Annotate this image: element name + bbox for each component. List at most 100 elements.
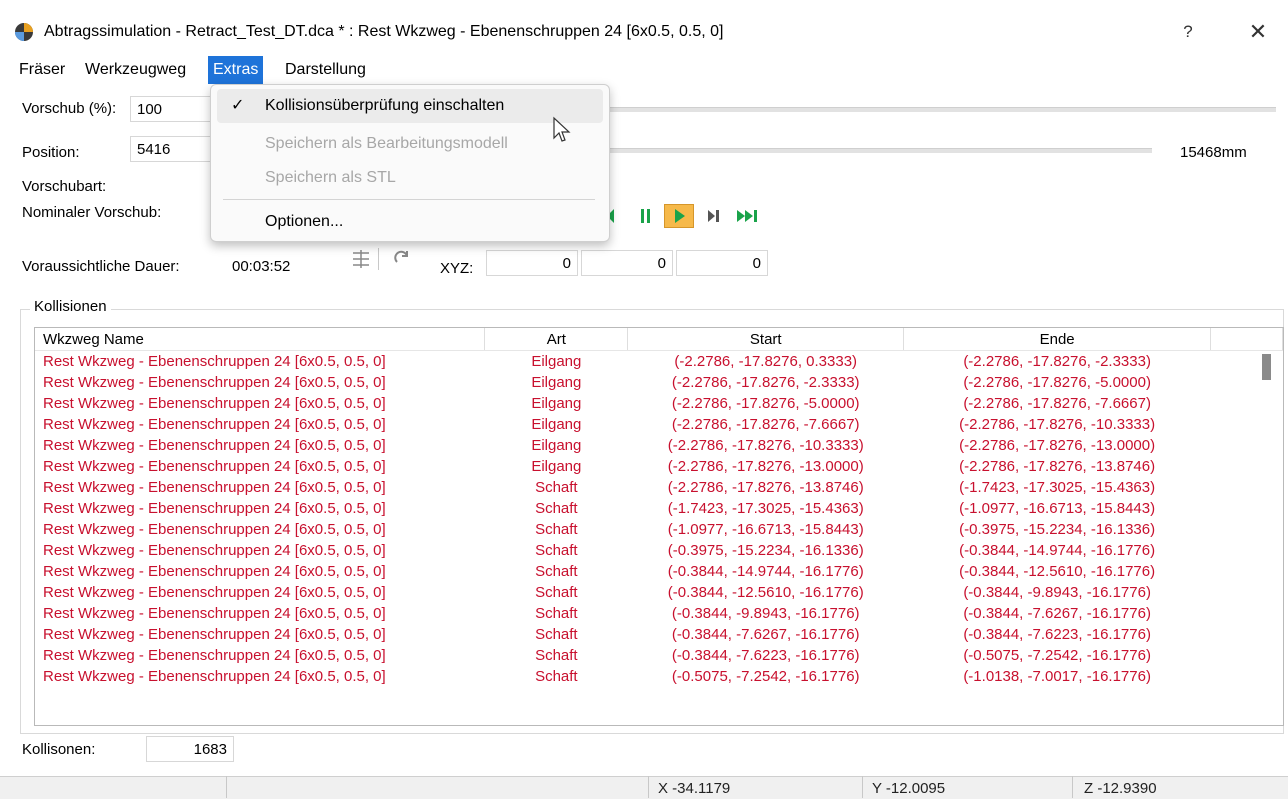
cell-filler <box>1211 456 1283 477</box>
table-row[interactable]: Rest Wkzweg - Ebenenschruppen 24 [6x0.5,… <box>35 414 1283 435</box>
cell-ende: (-1.0138, -7.0017, -16.1776) <box>963 668 1151 685</box>
dauer-label: Voraussichtliche Dauer: <box>22 258 180 275</box>
xyz-y-input[interactable]: 0 <box>581 250 673 276</box>
cell-filler <box>1211 519 1283 540</box>
table-row[interactable]: Rest Wkzweg - Ebenenschruppen 24 [6x0.5,… <box>35 435 1283 456</box>
cell-name: Rest Wkzweg - Ebenenschruppen 24 [6x0.5,… <box>43 647 386 664</box>
cell-art: Schaft <box>535 479 578 496</box>
cell-start: (-0.5075, -7.2542, -16.1776) <box>671 668 860 685</box>
xyz-z-input[interactable]: 0 <box>676 250 768 276</box>
table-scrollbar-thumb[interactable] <box>1262 354 1271 380</box>
table-row[interactable]: Rest Wkzweg - Ebenenschruppen 24 [6x0.5,… <box>35 519 1283 540</box>
status-divider <box>1072 776 1073 798</box>
table-row[interactable]: Rest Wkzweg - Ebenenschruppen 24 [6x0.5,… <box>35 372 1283 393</box>
vorschub-input[interactable]: 100 <box>130 96 220 122</box>
cell-filler <box>1211 582 1283 603</box>
cell-filler <box>1211 414 1283 435</box>
cell-start: (-2.2786, -17.8276, -13.8746) <box>667 479 864 496</box>
cell-ende: (-2.2786, -17.8276, -10.3333) <box>959 416 1156 433</box>
vorschub-slider[interactable] <box>610 107 1276 112</box>
table-row[interactable]: Rest Wkzweg - Ebenenschruppen 24 [6x0.5,… <box>35 456 1283 477</box>
cell-art: Schaft <box>535 647 578 664</box>
menu-item-label: Optionen... <box>265 213 344 230</box>
table-row[interactable]: Rest Wkzweg - Ebenenschruppen 24 [6x0.5,… <box>35 351 1283 373</box>
menu-bar <box>0 56 1288 84</box>
status-y-coordinate: Y -12.0095 <box>872 780 946 797</box>
menu-extras[interactable]: Extras <box>208 56 264 84</box>
cell-start: (-0.3844, -12.5610, -16.1776) <box>667 584 864 601</box>
cell-ende: (-1.7423, -17.3025, -15.4363) <box>959 479 1156 496</box>
mouse-cursor-icon <box>552 116 572 144</box>
cell-art: Schaft <box>535 542 578 559</box>
menu-item-optionen[interactable]: Optionen... <box>217 205 603 239</box>
table-row[interactable]: Rest Wkzweg - Ebenenschruppen 24 [6x0.5,… <box>35 477 1283 498</box>
table-row[interactable]: Rest Wkzweg - Ebenenschruppen 24 [6x0.5,… <box>35 582 1283 603</box>
play-icon[interactable] <box>664 204 694 228</box>
col-header-name[interactable]: Wkzweg Name <box>35 328 486 351</box>
close-button[interactable]: ✕ <box>1240 18 1276 46</box>
menu-item-speichern-bearbeitungsmodell[interactable]: Speichern als Bearbeitungsmodell <box>217 127 603 161</box>
cell-start: (-2.2786, -17.8276, -5.0000) <box>671 395 860 412</box>
table-row[interactable]: Rest Wkzweg - Ebenenschruppen 24 [6x0.5,… <box>35 624 1283 645</box>
cell-art: Schaft <box>535 584 578 601</box>
col-header-art[interactable]: Art <box>484 328 629 351</box>
menu-item-label: Speichern als STL <box>265 169 396 186</box>
cell-name: Rest Wkzweg - Ebenenschruppen 24 [6x0.5,… <box>43 458 386 475</box>
cell-ende: (-0.3844, -7.6267, -16.1776) <box>963 605 1151 622</box>
step-forward-icon[interactable] <box>704 204 724 228</box>
menu-fraeser[interactable]: Fräser <box>14 56 70 84</box>
col-header-ende[interactable]: Ende <box>903 328 1212 351</box>
help-button[interactable]: ? <box>1170 18 1206 46</box>
menu-item-label: Speichern als Bearbeitungsmodell <box>265 135 508 152</box>
cell-art: Schaft <box>535 500 578 517</box>
table-row[interactable]: Rest Wkzweg - Ebenenschruppen 24 [6x0.5,… <box>35 645 1283 666</box>
cell-start: (-1.7423, -17.3025, -15.4363) <box>667 500 864 517</box>
table-row[interactable]: Rest Wkzweg - Ebenenschruppen 24 [6x0.5,… <box>35 498 1283 519</box>
cell-art: Eilgang <box>531 353 582 370</box>
menu-separator <box>223 199 595 200</box>
cell-start: (-0.3844, -7.6223, -16.1776) <box>671 647 860 664</box>
table-row[interactable]: Rest Wkzweg - Ebenenschruppen 24 [6x0.5,… <box>35 393 1283 414</box>
cell-art: Eilgang <box>531 374 582 391</box>
cell-ende: (-0.3844, -9.8943, -16.1776) <box>963 584 1151 601</box>
cell-filler <box>1211 372 1283 393</box>
menu-item-speichern-stl[interactable]: Speichern als STL <box>217 161 603 195</box>
cell-art: Schaft <box>535 521 578 538</box>
cell-filler <box>1211 645 1283 666</box>
table-row[interactable]: Rest Wkzweg - Ebenenschruppen 24 [6x0.5,… <box>35 666 1283 687</box>
collapse-icon[interactable] <box>350 248 372 270</box>
xyz-label: XYZ: <box>440 260 474 277</box>
menu-darstellung[interactable]: Darstellung <box>280 56 371 84</box>
cell-ende: (-2.2786, -17.8276, -5.0000) <box>963 374 1151 391</box>
status-divider <box>648 776 649 798</box>
table-header-row: Wkzweg Name Art Start Ende <box>35 328 1283 351</box>
cell-start: (-0.3975, -15.2234, -16.1336) <box>667 542 864 559</box>
refresh-icon[interactable] <box>392 248 414 270</box>
position-slider[interactable] <box>610 148 1152 153</box>
skip-to-end-icon[interactable] <box>734 204 762 228</box>
window-title: Abtragssimulation - Retract_Test_DT.dca … <box>44 23 724 40</box>
cell-filler <box>1211 540 1283 561</box>
table-row[interactable]: Rest Wkzweg - Ebenenschruppen 24 [6x0.5,… <box>35 561 1283 582</box>
vorschub-label: Vorschub (%): <box>22 100 117 117</box>
cell-ende: (-0.3844, -14.9744, -16.1776) <box>959 542 1156 559</box>
cell-art: Schaft <box>535 668 578 685</box>
cell-start: (-0.3844, -7.6267, -16.1776) <box>671 626 860 643</box>
table-row[interactable]: Rest Wkzweg - Ebenenschruppen 24 [6x0.5,… <box>35 540 1283 561</box>
cell-name: Rest Wkzweg - Ebenenschruppen 24 [6x0.5,… <box>43 353 386 370</box>
cell-ende: (-0.3844, -7.6223, -16.1776) <box>963 626 1151 643</box>
app-icon <box>14 22 34 42</box>
cell-name: Rest Wkzweg - Ebenenschruppen 24 [6x0.5,… <box>43 605 386 622</box>
menu-werkzeugweg[interactable]: Werkzeugweg <box>80 56 191 84</box>
cell-name: Rest Wkzweg - Ebenenschruppen 24 [6x0.5,… <box>43 374 386 391</box>
nominal-vorschub-label: Nominaler Vorschub: <box>22 204 162 221</box>
pause-icon[interactable] <box>638 204 654 228</box>
cell-art: Eilgang <box>531 458 582 475</box>
xyz-x-input[interactable]: 0 <box>486 250 578 276</box>
col-header-start[interactable]: Start <box>627 328 905 351</box>
position-total: 15468mm <box>1180 144 1247 161</box>
table-row[interactable]: Rest Wkzweg - Ebenenschruppen 24 [6x0.5,… <box>35 603 1283 624</box>
menu-item-kollisionspruefung[interactable]: ✓ Kollisionsüberprüfung einschalten <box>217 89 603 123</box>
position-input[interactable]: 5416 <box>130 136 220 162</box>
vorschubart-label: Vorschubart: <box>22 178 107 195</box>
